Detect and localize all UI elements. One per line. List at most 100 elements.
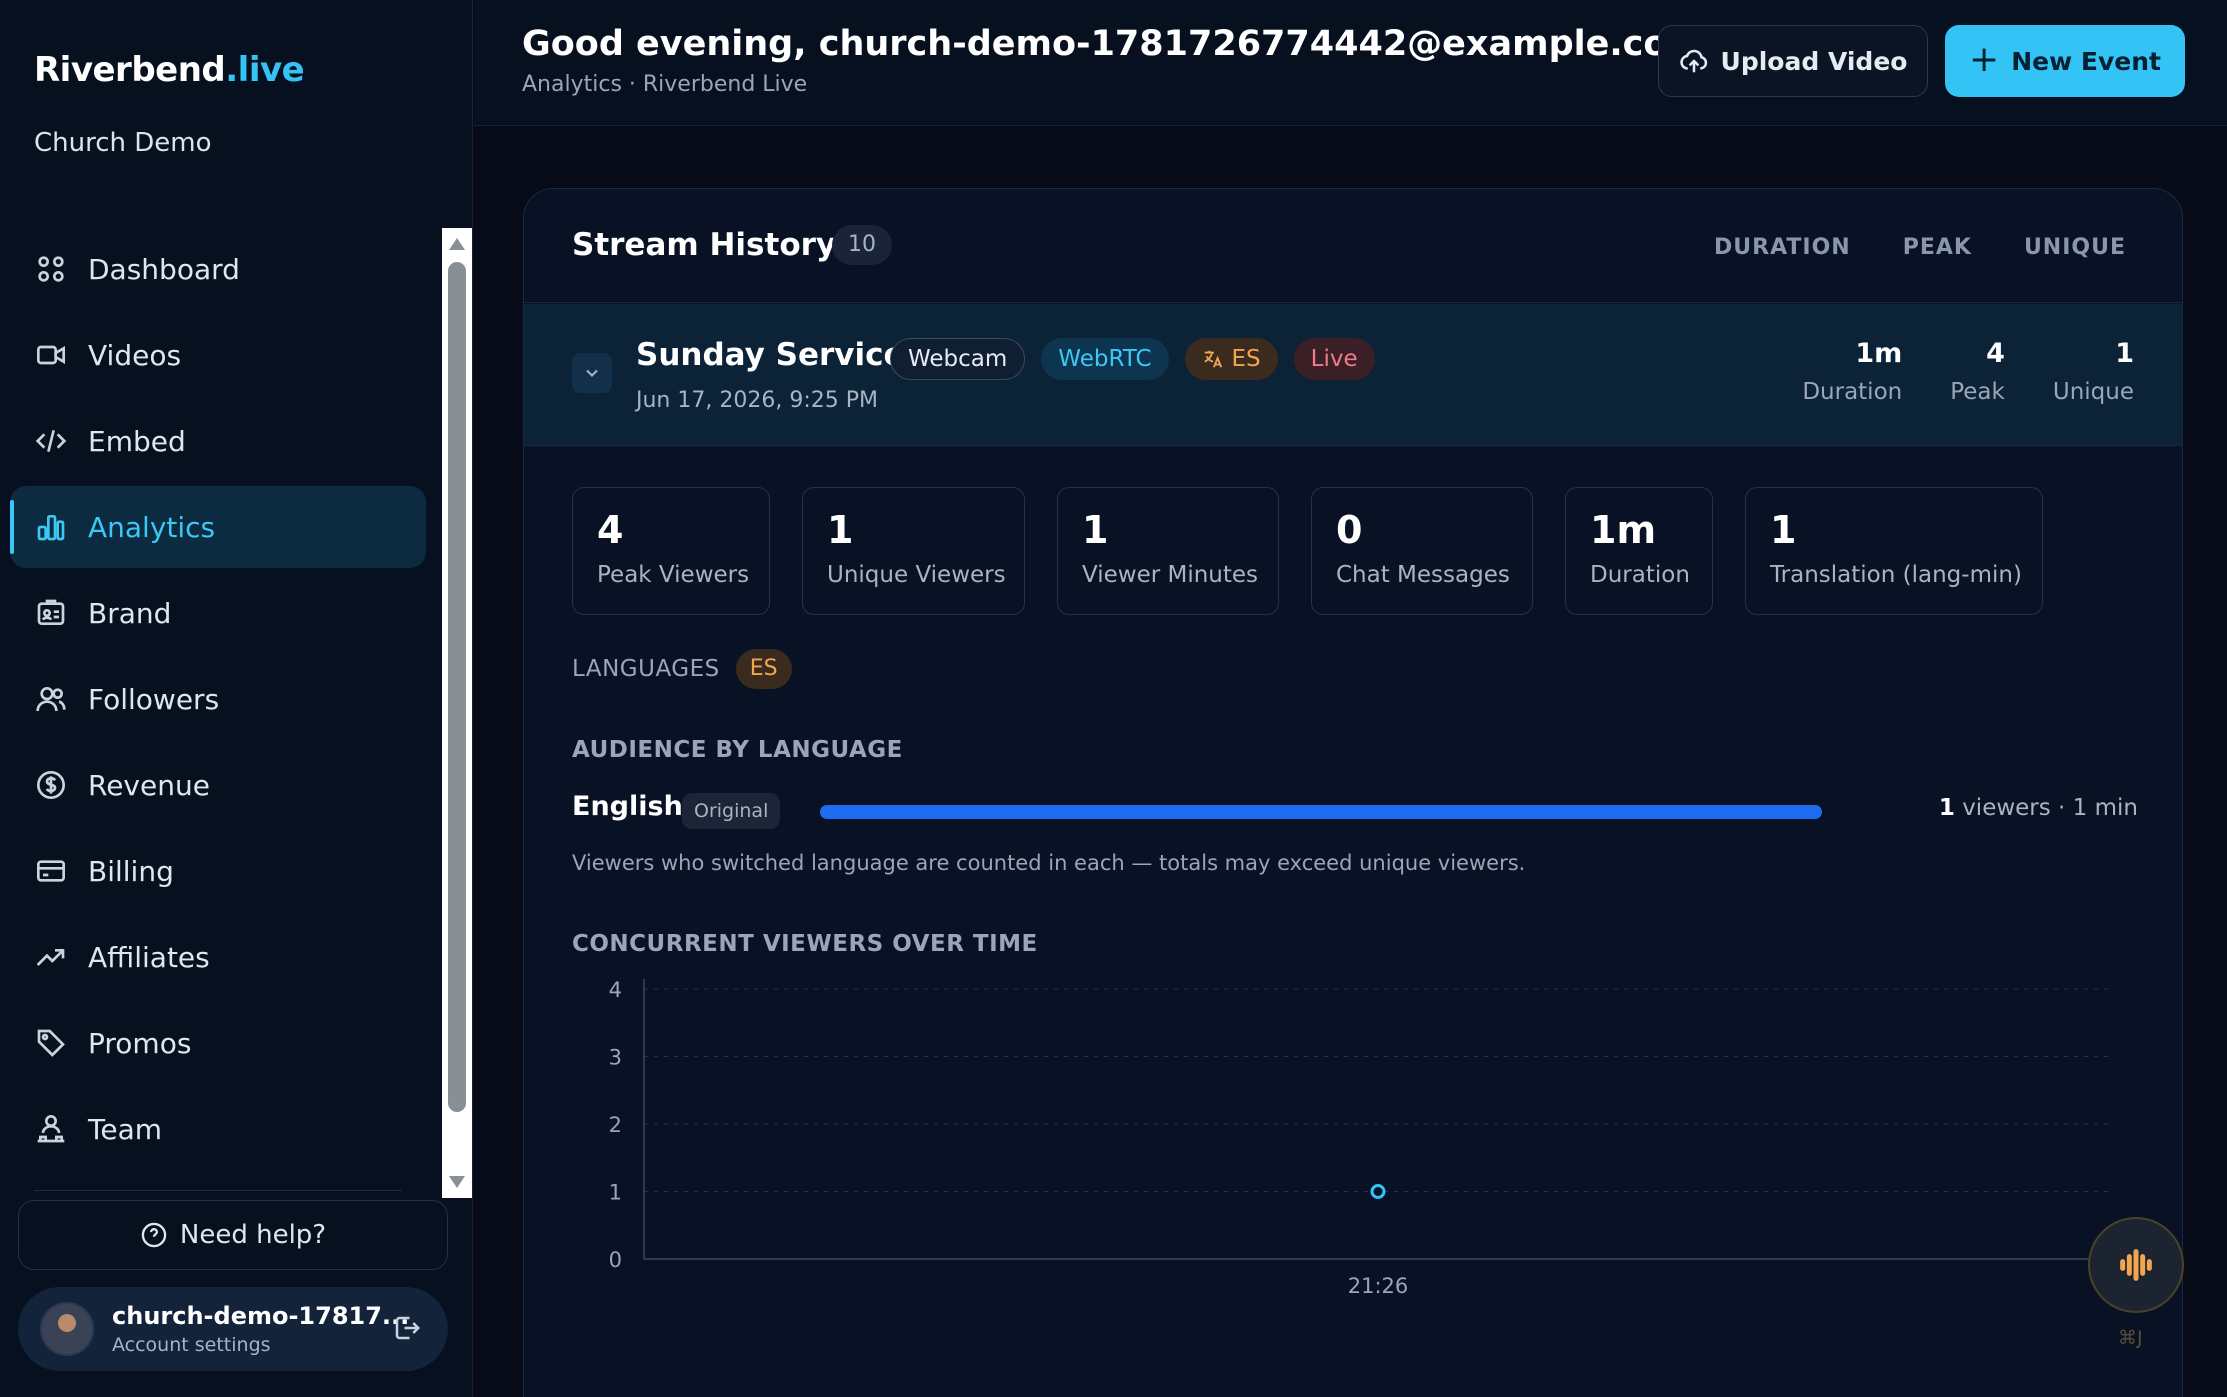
event-tags: Webcam WebRTC ES Live	[890, 338, 1391, 380]
sidebar-divider	[34, 1190, 402, 1191]
stream-count-badge: 10	[832, 225, 892, 265]
original-badge: Original	[682, 793, 781, 829]
event-row[interactable]: Sunday Service Jun 17, 2026, 9:25 PM Web…	[524, 304, 2182, 446]
brand-main: Riverbend	[34, 50, 226, 90]
metric-viewer-minutes: 1 Viewer Minutes	[1057, 487, 1279, 615]
audience-language: English	[572, 791, 683, 822]
event-stat-label: Peak	[1950, 379, 2005, 405]
event-stat-value: 1m	[1855, 338, 1903, 369]
org-name: Church Demo	[34, 128, 212, 158]
column-header-unique[interactable]: UNIQUE	[2024, 235, 2126, 260]
metric-translation: 1 Translation (lang-min)	[1745, 487, 2043, 615]
metric-unique-viewers: 1 Unique Viewers	[802, 487, 1025, 615]
metric-label: Translation (lang-min)	[1770, 562, 2022, 588]
metric-cards: 4 Peak Viewers 1 Unique Viewers 1 Viewer…	[572, 487, 2075, 615]
metric-label: Viewer Minutes	[1082, 562, 1259, 588]
users-icon	[34, 682, 68, 716]
upload-video-label: Upload Video	[1720, 46, 1908, 76]
voice-assistant-button[interactable]	[2088, 1217, 2184, 1313]
audience-suffix: viewers · 1 min	[1962, 795, 2138, 821]
chart-svg: 0 1 2 3 4 21:26	[609, 978, 2112, 1298]
sidebar-item-followers[interactable]: Followers	[10, 658, 426, 740]
sidebar-item-label: Revenue	[88, 768, 210, 802]
column-header-duration[interactable]: DURATION	[1714, 235, 1851, 260]
event-stat-label: Duration	[1802, 379, 1903, 405]
upload-video-button[interactable]: Upload Video	[1658, 25, 1928, 97]
chart-y-tick-label: 4	[609, 978, 622, 1002]
translate-icon	[1203, 350, 1222, 368]
metric-value: 1	[1082, 508, 1109, 552]
video-icon	[34, 338, 68, 372]
event-stat-unique: 1 Unique	[2053, 338, 2134, 405]
tag-language: ES	[1184, 338, 1278, 380]
breadcrumb: Analytics · Riverbend Live	[522, 72, 808, 97]
bar-chart-icon	[34, 510, 68, 544]
metric-value: 1	[827, 508, 854, 552]
team-icon	[34, 1112, 68, 1146]
column-headers: DURATION PEAK UNIQUE	[1662, 235, 2126, 260]
metric-label: Duration	[1590, 562, 1690, 588]
event-stat-value: 4	[1986, 338, 2005, 369]
tag-webcam: Webcam	[890, 338, 1026, 380]
sidebar-item-brand[interactable]: Brand	[10, 572, 426, 654]
audience-bar-fill	[820, 805, 1822, 819]
chart-y-tick-label: 2	[609, 1113, 622, 1137]
audience-heading: AUDIENCE BY LANGUAGE	[572, 737, 903, 763]
scroll-up-icon[interactable]	[449, 238, 465, 250]
tag-icon	[34, 1026, 68, 1060]
shortcut-hint: ⌘J	[2118, 1327, 2143, 1349]
sidebar-item-label: Brand	[88, 596, 172, 630]
credit-card-icon	[34, 854, 68, 888]
sidebar-item-label: Followers	[88, 682, 220, 716]
account-settings-button[interactable]: church-demo-17817... Account settings	[18, 1287, 448, 1371]
new-event-button[interactable]: + New Event	[1945, 25, 2185, 97]
audience-value: 1 viewers · 1 min	[1939, 795, 2138, 821]
account-name: church-demo-17817...	[112, 1302, 410, 1330]
sidebar-item-billing[interactable]: Billing	[10, 830, 426, 912]
sidebar-item-label: Videos	[88, 338, 182, 372]
need-help-button[interactable]: Need help?	[18, 1200, 448, 1270]
metric-label: Unique Viewers	[827, 562, 1006, 588]
metric-label: Peak Viewers	[597, 562, 750, 588]
sidebar-item-label: Team	[88, 1112, 163, 1146]
languages-row: LANGUAGES ES	[572, 649, 792, 689]
scrollbar-thumb[interactable]	[448, 262, 466, 1112]
avatar	[40, 1302, 94, 1356]
brand-logo[interactable]: Riverbend.live	[34, 50, 305, 90]
need-help-label: Need help?	[179, 1220, 327, 1250]
sidebar-item-promos[interactable]: Promos	[10, 1002, 426, 1084]
sidebar-item-analytics[interactable]: Analytics	[10, 486, 426, 568]
sidebar-item-team[interactable]: Team	[10, 1088, 426, 1170]
sidebar-item-affiliates[interactable]: Affiliates	[10, 916, 426, 998]
sidebar-item-embed[interactable]: Embed	[10, 400, 426, 482]
audio-wave-icon	[2120, 1249, 2152, 1281]
sidebar-item-label: Affiliates	[88, 940, 210, 974]
chevron-down-icon	[586, 369, 598, 377]
plus-icon: +	[1969, 38, 2000, 80]
palette-icon	[34, 596, 68, 630]
chart-x-tick-label: 21:26	[1348, 1274, 1409, 1298]
event-stat-duration: 1m Duration	[1802, 338, 1902, 405]
sidebar-item-videos[interactable]: Videos	[10, 314, 426, 396]
help-circle-icon	[141, 1222, 167, 1248]
sidebar-nav: Dashboard Videos Embed Analytics Brand F…	[10, 228, 426, 1174]
scroll-down-icon[interactable]	[449, 1176, 465, 1188]
chart-y-tick-label: 1	[609, 1181, 622, 1205]
metric-chat-messages: 0 Chat Messages	[1311, 487, 1533, 615]
sidebar-scrollbar[interactable]	[442, 228, 472, 1198]
page-header: Good evening, church-demo-1781726774442@…	[474, 0, 2227, 126]
metric-duration: 1m Duration	[1565, 487, 1713, 615]
sidebar-item-revenue[interactable]: Revenue	[10, 744, 426, 826]
stream-history-card: Stream History 10 DURATION PEAK UNIQUE S…	[523, 188, 2183, 1397]
sidebar: Riverbend.live Church Demo Dashboard Vid…	[0, 0, 473, 1397]
column-header-peak[interactable]: PEAK	[1903, 235, 1972, 260]
new-event-label: New Event	[2011, 46, 2161, 76]
collapse-toggle[interactable]	[572, 353, 612, 393]
dollar-icon	[34, 768, 68, 802]
sidebar-item-label: Promos	[88, 1026, 192, 1060]
languages-label: LANGUAGES	[572, 656, 720, 682]
logout-icon[interactable]	[392, 1313, 422, 1347]
metric-peak-viewers: 4 Peak Viewers	[572, 487, 770, 615]
event-stats: 1m Duration 4 Peak 1 Unique	[1754, 338, 2134, 405]
sidebar-item-dashboard[interactable]: Dashboard	[10, 228, 426, 310]
